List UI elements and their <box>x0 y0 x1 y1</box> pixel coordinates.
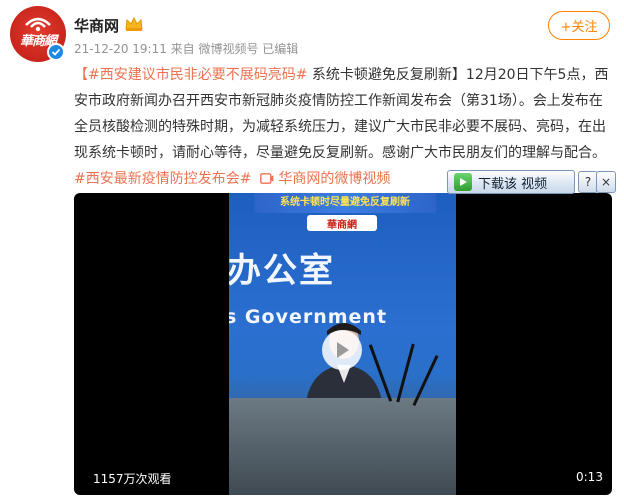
desk <box>229 398 456 495</box>
video-logo: 華商網 <box>307 215 377 231</box>
video-link[interactable]: 华商网的微博视频 <box>256 171 390 187</box>
crown-icon <box>125 16 143 31</box>
signal-logo-icon <box>25 17 51 32</box>
download-toolbar: 下载该 视频 ? × <box>447 170 616 194</box>
post-meta: 21-12-20 19:11 来自 微博视频号 已编辑 <box>74 42 299 56</box>
video-icon <box>260 173 274 184</box>
hashtag-link[interactable]: 【#西安建议市民非必要不展码亮码# <box>74 67 307 83</box>
microphone-icon <box>396 343 415 403</box>
follow-button[interactable]: +关注 <box>548 11 610 40</box>
video-link-label: 华商网的微博视频 <box>273 171 391 187</box>
verified-badge-icon <box>47 43 65 61</box>
hashtag-link[interactable]: #西安最新疫情防控发布会# <box>74 171 251 187</box>
close-button[interactable]: × <box>596 171 616 193</box>
video-duration: 0:13 <box>576 470 603 484</box>
help-button[interactable]: ? <box>578 171 598 193</box>
user-name[interactable]: 华商网 <box>74 15 119 36</box>
play-icon <box>337 342 349 358</box>
play-button[interactable] <box>322 330 362 370</box>
download-label: 下载该 视频 <box>478 176 548 192</box>
download-arrow-icon <box>454 173 472 191</box>
view-count: 1157万次观看 <box>93 472 172 486</box>
video-banner: 系统卡顿时尽量避免反复刷新 <box>254 193 436 213</box>
video-hall-text: 办公室 <box>229 251 335 291</box>
video-player[interactable]: 系统卡顿时尽量避免反复刷新 華商網 办公室 s Government <box>74 193 612 495</box>
download-video-button[interactable]: 下载该 视频 <box>447 170 575 194</box>
